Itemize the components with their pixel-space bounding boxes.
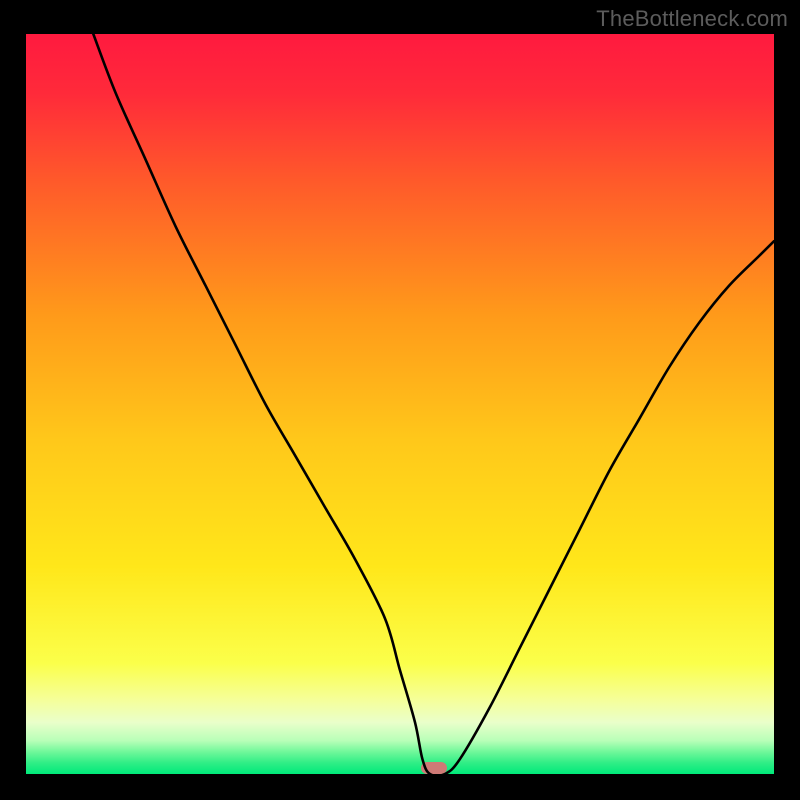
curve-path: [93, 34, 774, 774]
watermark-text: TheBottleneck.com: [596, 6, 788, 32]
chart-frame: TheBottleneck.com: [0, 0, 800, 800]
plot-area: [26, 34, 774, 774]
bottleneck-curve: [26, 34, 774, 774]
